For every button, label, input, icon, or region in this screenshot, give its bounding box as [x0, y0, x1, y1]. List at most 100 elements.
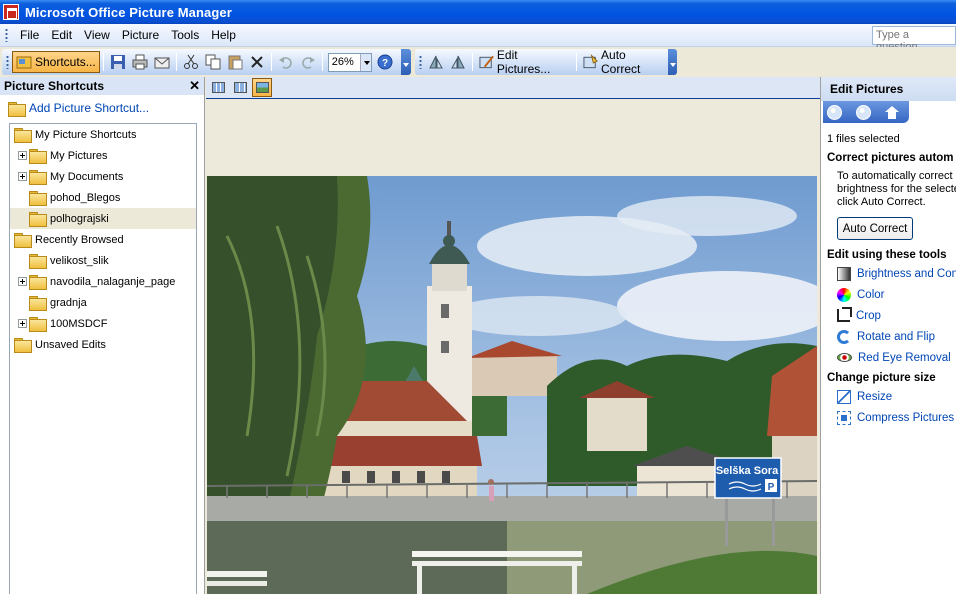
rotate-left-icon	[429, 55, 443, 69]
menu-file[interactable]: File	[14, 26, 45, 44]
red-eye-icon	[837, 353, 852, 362]
rotate-left-button[interactable]	[425, 51, 447, 73]
back-icon[interactable]	[827, 104, 842, 120]
tool-link[interactable]: Red Eye Removal	[821, 347, 956, 368]
shortcuts-button[interactable]: Shortcuts...	[12, 51, 100, 73]
filmstrip-view-button[interactable]	[230, 78, 250, 97]
single-picture-view-button[interactable]	[252, 78, 272, 97]
tree-item-label: navodila_nalaganje_page	[50, 275, 176, 288]
toolbar-overflow-button[interactable]	[667, 49, 677, 75]
tree-item-label: 100MSDCF	[50, 317, 108, 330]
add-picture-shortcut-link[interactable]: Add Picture Shortcut...	[0, 95, 204, 121]
thumbnail-view-icon	[211, 82, 225, 93]
folder-icon	[29, 254, 47, 269]
auto-correct-panel-button[interactable]: Auto Correct	[837, 217, 913, 240]
tool-link[interactable]: Compress Pictures	[821, 407, 956, 428]
tree-item[interactable]: My Picture Shortcuts	[10, 124, 196, 145]
folder-icon	[29, 296, 47, 311]
auto-correct-description-3: click Auto Correct.	[837, 196, 926, 208]
menu-picture[interactable]: Picture	[116, 26, 165, 44]
undo-button[interactable]	[275, 51, 297, 73]
copy-button[interactable]	[202, 51, 224, 73]
brightness-icon	[837, 266, 851, 281]
tree-item[interactable]: 100MSDCF	[10, 313, 196, 334]
expand-icon[interactable]	[18, 319, 27, 328]
filmstrip-view-icon	[233, 82, 247, 93]
menu-tools[interactable]: Tools	[165, 26, 205, 44]
title-bar: Microsoft Office Picture Manager	[0, 0, 956, 24]
redo-icon	[301, 57, 315, 69]
tool-link-label: Compress Pictures	[857, 411, 955, 424]
print-button[interactable]	[129, 51, 151, 73]
zoom-value: 26%	[331, 56, 354, 68]
forward-icon[interactable]	[856, 104, 871, 120]
delete-button[interactable]	[246, 51, 268, 73]
rotate-right-button[interactable]	[447, 51, 469, 73]
redo-button[interactable]	[297, 51, 319, 73]
expand-icon[interactable]	[18, 151, 27, 160]
send-mail-button[interactable]	[151, 51, 173, 73]
section-tools-heading: Edit using these tools	[827, 249, 947, 261]
view-mode-bar	[206, 77, 820, 99]
tree-item[interactable]: Recently Browsed	[10, 229, 196, 250]
save-button[interactable]	[107, 51, 129, 73]
expand-icon[interactable]	[18, 277, 27, 286]
zoom-select[interactable]: 26%	[327, 52, 372, 72]
print-icon	[132, 54, 148, 70]
folder-icon	[14, 233, 32, 248]
tree-item[interactable]: My Pictures	[10, 145, 196, 166]
tree-item[interactable]: Unsaved Edits	[10, 334, 196, 355]
expand-icon[interactable]	[18, 172, 27, 181]
section-size-heading: Change picture size	[827, 372, 936, 384]
toolbar-separator	[321, 53, 323, 71]
menu-bar: File Edit View Picture Tools Help Type a…	[0, 24, 956, 53]
menu-view[interactable]: View	[78, 26, 116, 44]
rotate-icon	[837, 329, 851, 344]
toolbar-grip[interactable]	[419, 55, 422, 69]
auto-correct-button[interactable]: Auto Correct	[580, 48, 668, 76]
folder-icon	[29, 191, 47, 206]
tree-item[interactable]: My Documents	[10, 166, 196, 187]
tree-item-label: Unsaved Edits	[35, 338, 106, 351]
chevron-down-icon[interactable]	[359, 53, 371, 71]
tool-link[interactable]: Rotate and Flip	[821, 326, 956, 347]
ask-question-input[interactable]: Type a question	[872, 26, 956, 53]
tool-link-label: Resize	[857, 390, 893, 403]
add-shortcut-label: Add Picture Shortcut...	[29, 101, 150, 115]
tool-link-label: Brightness and Contr	[857, 267, 956, 280]
tree-item[interactable]: gradnja	[10, 292, 196, 313]
paste-icon	[228, 55, 243, 70]
photo-preview[interactable]: Selška Sora P	[207, 176, 817, 594]
cut-icon	[183, 54, 198, 69]
folder-icon	[29, 212, 47, 227]
toolbar-overflow-button[interactable]	[401, 49, 411, 75]
menu-help[interactable]: Help	[205, 26, 242, 44]
tool-link[interactable]: Brightness and Contr	[821, 263, 956, 284]
tree-item-label: Recently Browsed	[35, 233, 124, 246]
edit-pictures-button[interactable]: Edit Pictures...	[476, 48, 573, 76]
tree-item-label: pohod_Blegos	[50, 191, 121, 204]
tool-link[interactable]: Resize	[821, 386, 956, 407]
undo-icon	[278, 57, 292, 69]
tool-link[interactable]: Color	[821, 284, 956, 305]
tree-item-label: My Documents	[50, 170, 124, 183]
toolbar-separator	[102, 53, 104, 71]
tool-link-label: Color	[857, 288, 885, 301]
menu-edit[interactable]: Edit	[45, 26, 78, 44]
tree-item[interactable]: navodila_nalaganje_page	[10, 271, 196, 292]
tree-item[interactable]: velikost_slik	[10, 250, 196, 271]
paste-button[interactable]	[224, 51, 246, 73]
svg-text:?: ?	[382, 58, 388, 69]
cut-button[interactable]	[180, 51, 202, 73]
toolbar-grip[interactable]	[6, 55, 9, 69]
thumbnail-view-button[interactable]	[208, 78, 228, 97]
tree-item[interactable]: polhograjski	[10, 208, 196, 229]
tree-item[interactable]: pohod_Blegos	[10, 187, 196, 208]
home-icon[interactable]	[885, 105, 899, 119]
close-icon[interactable]: ✕	[189, 78, 200, 94]
menu-grip[interactable]	[5, 28, 8, 42]
window-title: Microsoft Office Picture Manager	[25, 4, 232, 20]
help-button[interactable]: ?	[374, 51, 396, 73]
sign-text: Selška Sora	[716, 465, 779, 477]
tool-link[interactable]: Crop	[821, 305, 956, 326]
